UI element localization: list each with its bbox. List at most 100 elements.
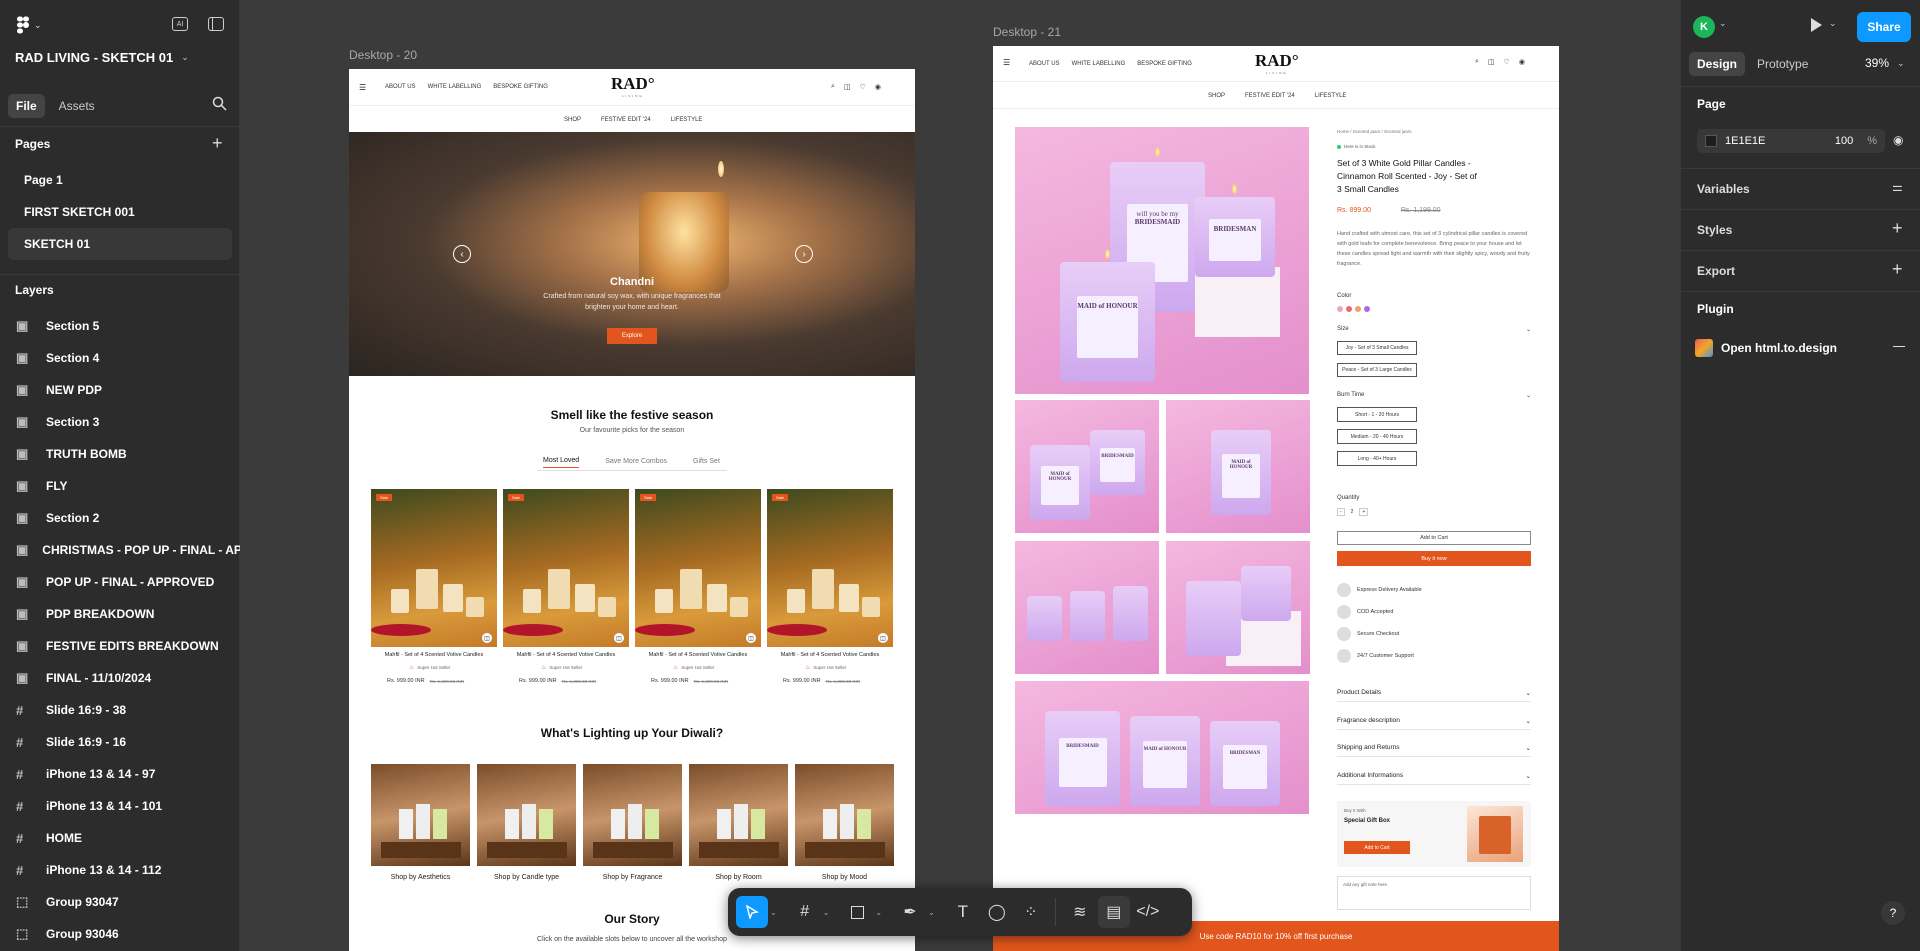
chevron-down-icon[interactable]: ⌄ <box>1526 326 1531 333</box>
bag-icon[interactable]: ◫ <box>1488 58 1495 66</box>
nav-about[interactable]: ABOUT US <box>385 84 416 90</box>
buy-now-button[interactable]: Buy it now <box>1337 551 1531 566</box>
user-icon[interactable]: ◉ <box>875 83 881 91</box>
nav-lifestyle[interactable]: LIFESTYLE <box>1315 93 1347 99</box>
frame-label[interactable]: Desktop - 20 <box>349 48 417 62</box>
tab-save-more[interactable]: Save More Combos <box>605 458 667 468</box>
product-thumb-image[interactable]: BRIDESMAID MAID of HONOUR BRIDESMAN <box>1015 681 1309 814</box>
nav-bespoke[interactable]: BESPOKE GIFTING <box>1137 61 1192 67</box>
size-option[interactable]: Joy - Set of 3 Small Candles <box>1337 341 1417 355</box>
add-style-icon[interactable]: + <box>1892 218 1903 239</box>
qty-value[interactable]: 2 <box>1351 509 1354 515</box>
chevron-down-icon[interactable]: ⌄ <box>875 908 882 917</box>
shop-by-card[interactable]: Shop by Candle type <box>477 764 576 889</box>
cart-icon[interactable]: ◫ <box>746 633 756 643</box>
product-image[interactable]: Sale ◫ <box>635 489 761 647</box>
product-card[interactable]: Sale ◫ Mahfil - Set of 4 Scented Votive … <box>635 489 761 699</box>
search-icon[interactable] <box>212 96 227 111</box>
comment-tool-icon[interactable]: ◯ <box>981 896 1013 928</box>
actions-tool-icon[interactable]: ⁘ <box>1015 896 1047 928</box>
add-to-cart-button[interactable]: Add to Cart <box>1337 531 1531 545</box>
nav-shop[interactable]: SHOP <box>564 117 581 123</box>
plugin-item[interactable]: Open html.to.design <box>1695 339 1837 357</box>
product-image[interactable]: Sale ◫ <box>767 489 893 647</box>
layer-item[interactable]: ▣ CHRISTMAS - POP UP - FINAL - APPR <box>0 534 240 566</box>
shop-by-image[interactable] <box>371 764 470 866</box>
desktop-21-frame[interactable]: ☰ ABOUT US WHITE LABELLING BESPOKE GIFTI… <box>993 46 1559 951</box>
chevron-down-icon[interactable]: ⌄ <box>928 908 935 917</box>
nav-festive[interactable]: FESTIVE EDIT '24 <box>1245 93 1295 99</box>
shop-by-card[interactable]: Shop by Room <box>689 764 788 889</box>
layer-item[interactable]: ▣ FINAL - 11/10/2024 <box>0 662 240 694</box>
chevron-down-icon[interactable]: ⌄ <box>1829 18 1837 29</box>
layer-item[interactable]: ▣ Section 3 <box>0 406 240 438</box>
cart-icon[interactable]: ◫ <box>878 633 888 643</box>
user-icon[interactable]: ◉ <box>1519 58 1525 66</box>
ai-icon[interactable]: AI <box>172 17 188 31</box>
frame-label[interactable]: Desktop - 21 <box>993 25 1061 39</box>
canvas[interactable]: Desktop - 20 Desktop - 21 ☰ ABOUT US WHI… <box>240 0 1680 951</box>
nav-white-labelling[interactable]: WHITE LABELLING <box>428 84 482 90</box>
present-icon[interactable] <box>1811 18 1822 32</box>
layer-item[interactable]: # iPhone 13 & 14 - 112 <box>0 854 240 886</box>
layer-item[interactable]: ▣ PDP BREAKDOWN <box>0 598 240 630</box>
tab-prototype[interactable]: Prototype <box>1757 57 1808 71</box>
breadcrumb[interactable]: Home / Scented jaars / Scented jaars <box>1337 129 1412 134</box>
layer-item[interactable]: ⬚ Group 93047 <box>0 886 240 918</box>
tab-gift-set[interactable]: Gifts Set <box>693 458 720 468</box>
page-color-value[interactable]: 1E1E1E <box>1725 135 1827 147</box>
layer-item[interactable]: ▣ NEW PDP <box>0 374 240 406</box>
product-thumb-image[interactable]: MAID of HONOUR <box>1166 400 1310 533</box>
zoom-control[interactable]: 39% ⌄ <box>1865 56 1905 70</box>
hero-explore-button[interactable]: Explore <box>607 328 657 344</box>
heart-icon[interactable]: ♡ <box>1504 58 1510 66</box>
product-name[interactable]: Mahfil - Set of 4 Scented Votive Candles <box>371 652 497 658</box>
shop-by-image[interactable] <box>795 764 894 866</box>
site-logo[interactable]: RAD° LIVING <box>1255 51 1299 75</box>
styles-heading[interactable]: Styles <box>1697 223 1732 237</box>
nav-bespoke[interactable]: BESPOKE GIFTING <box>493 84 548 90</box>
product-card[interactable]: Sale ◫ Mahfil - Set of 4 Scented Votive … <box>503 489 629 699</box>
layer-item[interactable]: # iPhone 13 & 14 - 101 <box>0 790 240 822</box>
page-item[interactable]: Page 1 <box>8 164 232 196</box>
tab-most-loved[interactable]: Most Loved <box>543 457 580 468</box>
search-icon[interactable]: ⌕ <box>831 83 835 91</box>
size-option[interactable]: Peace - Set of 3 Large Candles <box>1337 363 1417 377</box>
chevron-down-icon[interactable]: ⌄ <box>770 908 777 917</box>
product-thumb-image[interactable] <box>1015 541 1159 674</box>
variables-settings-icon[interactable]: ⚌ <box>1892 180 1903 194</box>
qty-minus-button[interactable]: - <box>1337 508 1345 516</box>
shop-by-image[interactable] <box>689 764 788 866</box>
accordion-item[interactable]: Product Details ⌄ <box>1337 689 1531 702</box>
layer-item[interactable]: ▣ Section 4 <box>0 342 240 374</box>
page-opacity-value[interactable]: 100 <box>1835 135 1853 147</box>
tab-assets[interactable]: Assets <box>51 94 103 118</box>
menu-icon[interactable]: ☰ <box>359 83 366 92</box>
layer-item[interactable]: ▣ FLY <box>0 470 240 502</box>
variables-heading[interactable]: Variables <box>1697 182 1750 196</box>
layer-item[interactable]: ▣ POP UP - FINAL - APPROVED <box>0 566 240 598</box>
product-card[interactable]: Sale ◫ Mahfil - Set of 4 Scented Votive … <box>371 489 497 699</box>
bag-icon[interactable]: ◫ <box>844 83 851 91</box>
product-main-image[interactable]: will you be my BRIDESMAID BRIDESMAN MAID … <box>1015 127 1309 394</box>
page-item-selected[interactable]: SKETCH 01 <box>8 228 232 260</box>
burn-option[interactable]: Medium - 20 - 40 Hours <box>1337 429 1417 444</box>
page-item[interactable]: FIRST SKETCH 001 <box>8 196 232 228</box>
add-export-icon[interactable]: + <box>1892 259 1903 280</box>
layer-item[interactable]: ▣ FESTIVE EDITS BREAKDOWN <box>0 630 240 662</box>
cart-icon[interactable]: ◫ <box>614 633 624 643</box>
help-button[interactable]: ? <box>1881 901 1905 925</box>
layer-item[interactable]: ⬚ Group 93046 <box>0 918 240 950</box>
cart-icon[interactable]: ◫ <box>482 633 492 643</box>
eye-icon[interactable]: ◉ <box>1893 133 1903 147</box>
file-name-button[interactable]: RAD LIVING - SKETCH 01 ⌄ <box>15 50 189 65</box>
share-button[interactable]: Share <box>1857 12 1911 42</box>
sidebar-toggle-icon[interactable] <box>208 17 224 31</box>
product-image[interactable]: Sale ◫ <box>371 489 497 647</box>
gift-add-to-cart-button[interactable]: Add to Cart <box>1344 841 1410 854</box>
layer-item[interactable]: ▣ Section 2 <box>0 502 240 534</box>
nav-lifestyle[interactable]: LIFESTYLE <box>671 117 703 123</box>
avatar[interactable]: K <box>1693 16 1715 38</box>
hero-next-arrow-icon[interactable]: › <box>795 245 813 263</box>
main-menu-button[interactable]: ⌄ <box>16 16 42 34</box>
